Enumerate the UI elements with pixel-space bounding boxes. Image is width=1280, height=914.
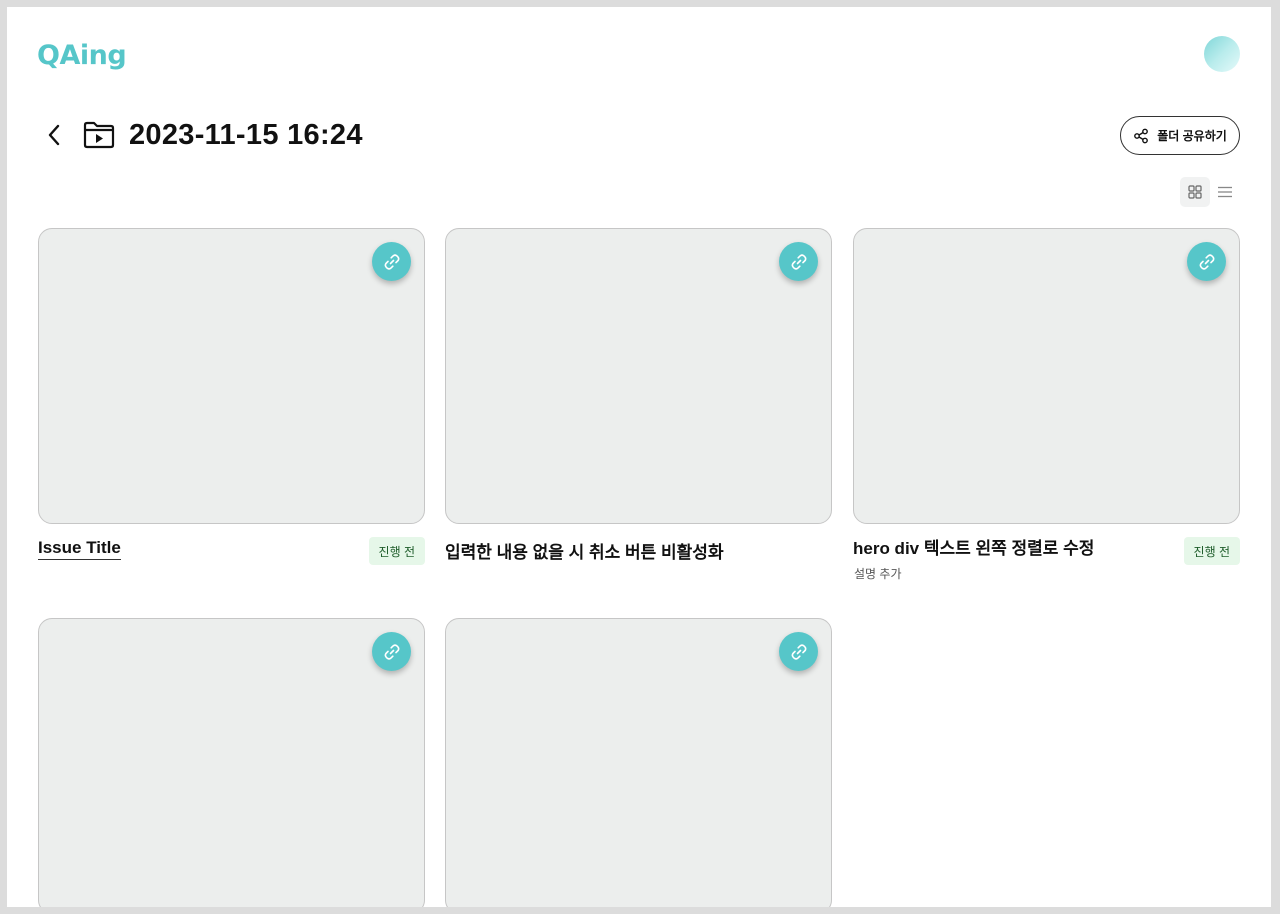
grid-view-icon	[1188, 185, 1202, 199]
link-icon	[791, 253, 806, 270]
user-avatar[interactable]	[1204, 36, 1240, 72]
issue-thumbnail[interactable]	[445, 228, 832, 524]
back-button[interactable]	[42, 121, 66, 149]
copy-link-button[interactable]	[1187, 242, 1226, 281]
issue-thumbnail[interactable]	[38, 618, 425, 907]
issue-thumbnail[interactable]	[853, 228, 1240, 524]
logo[interactable]: QAing	[37, 35, 133, 75]
copy-link-button[interactable]	[372, 242, 411, 281]
issue-title[interactable]: hero div 텍스트 왼쪽 정렬로 수정	[853, 538, 1094, 560]
copy-link-button[interactable]	[779, 632, 818, 671]
page-title: 2023-11-15 16:24	[129, 119, 363, 151]
status-badge: 진행 전	[368, 537, 425, 565]
copy-link-button[interactable]	[372, 632, 411, 671]
list-view-icon	[1218, 186, 1232, 198]
share-folder-button[interactable]: 폴더 공유하기	[1120, 116, 1240, 155]
issue-title[interactable]: 입력한 내용 없을 시 취소 버튼 비활성화	[445, 542, 724, 564]
copy-link-button[interactable]	[779, 242, 818, 281]
folder-video-icon	[83, 120, 115, 150]
issue-thumbnail[interactable]	[445, 618, 832, 907]
issue-title[interactable]: Issue Title	[38, 538, 121, 560]
link-icon	[791, 643, 806, 660]
status-badge: 진행 전	[1183, 537, 1240, 565]
issue-thumbnail[interactable]	[38, 228, 425, 524]
app-window: QAing 2023-11-15 16:24 폴더 공유하기 Issue Tit…	[7, 7, 1271, 907]
list-view-button[interactable]	[1212, 177, 1238, 207]
share-folder-label: 폴더 공유하기	[1157, 129, 1227, 143]
issue-description[interactable]: 설명 추가	[854, 565, 902, 582]
link-icon	[384, 643, 399, 660]
chevron-left-icon	[48, 124, 60, 146]
link-icon	[384, 253, 399, 270]
grid-view-button[interactable]	[1180, 177, 1210, 207]
logo-mark: QAing	[37, 40, 127, 71]
logo-text: QAing	[37, 40, 126, 71]
share-icon	[1134, 128, 1149, 143]
link-icon	[1199, 253, 1214, 270]
